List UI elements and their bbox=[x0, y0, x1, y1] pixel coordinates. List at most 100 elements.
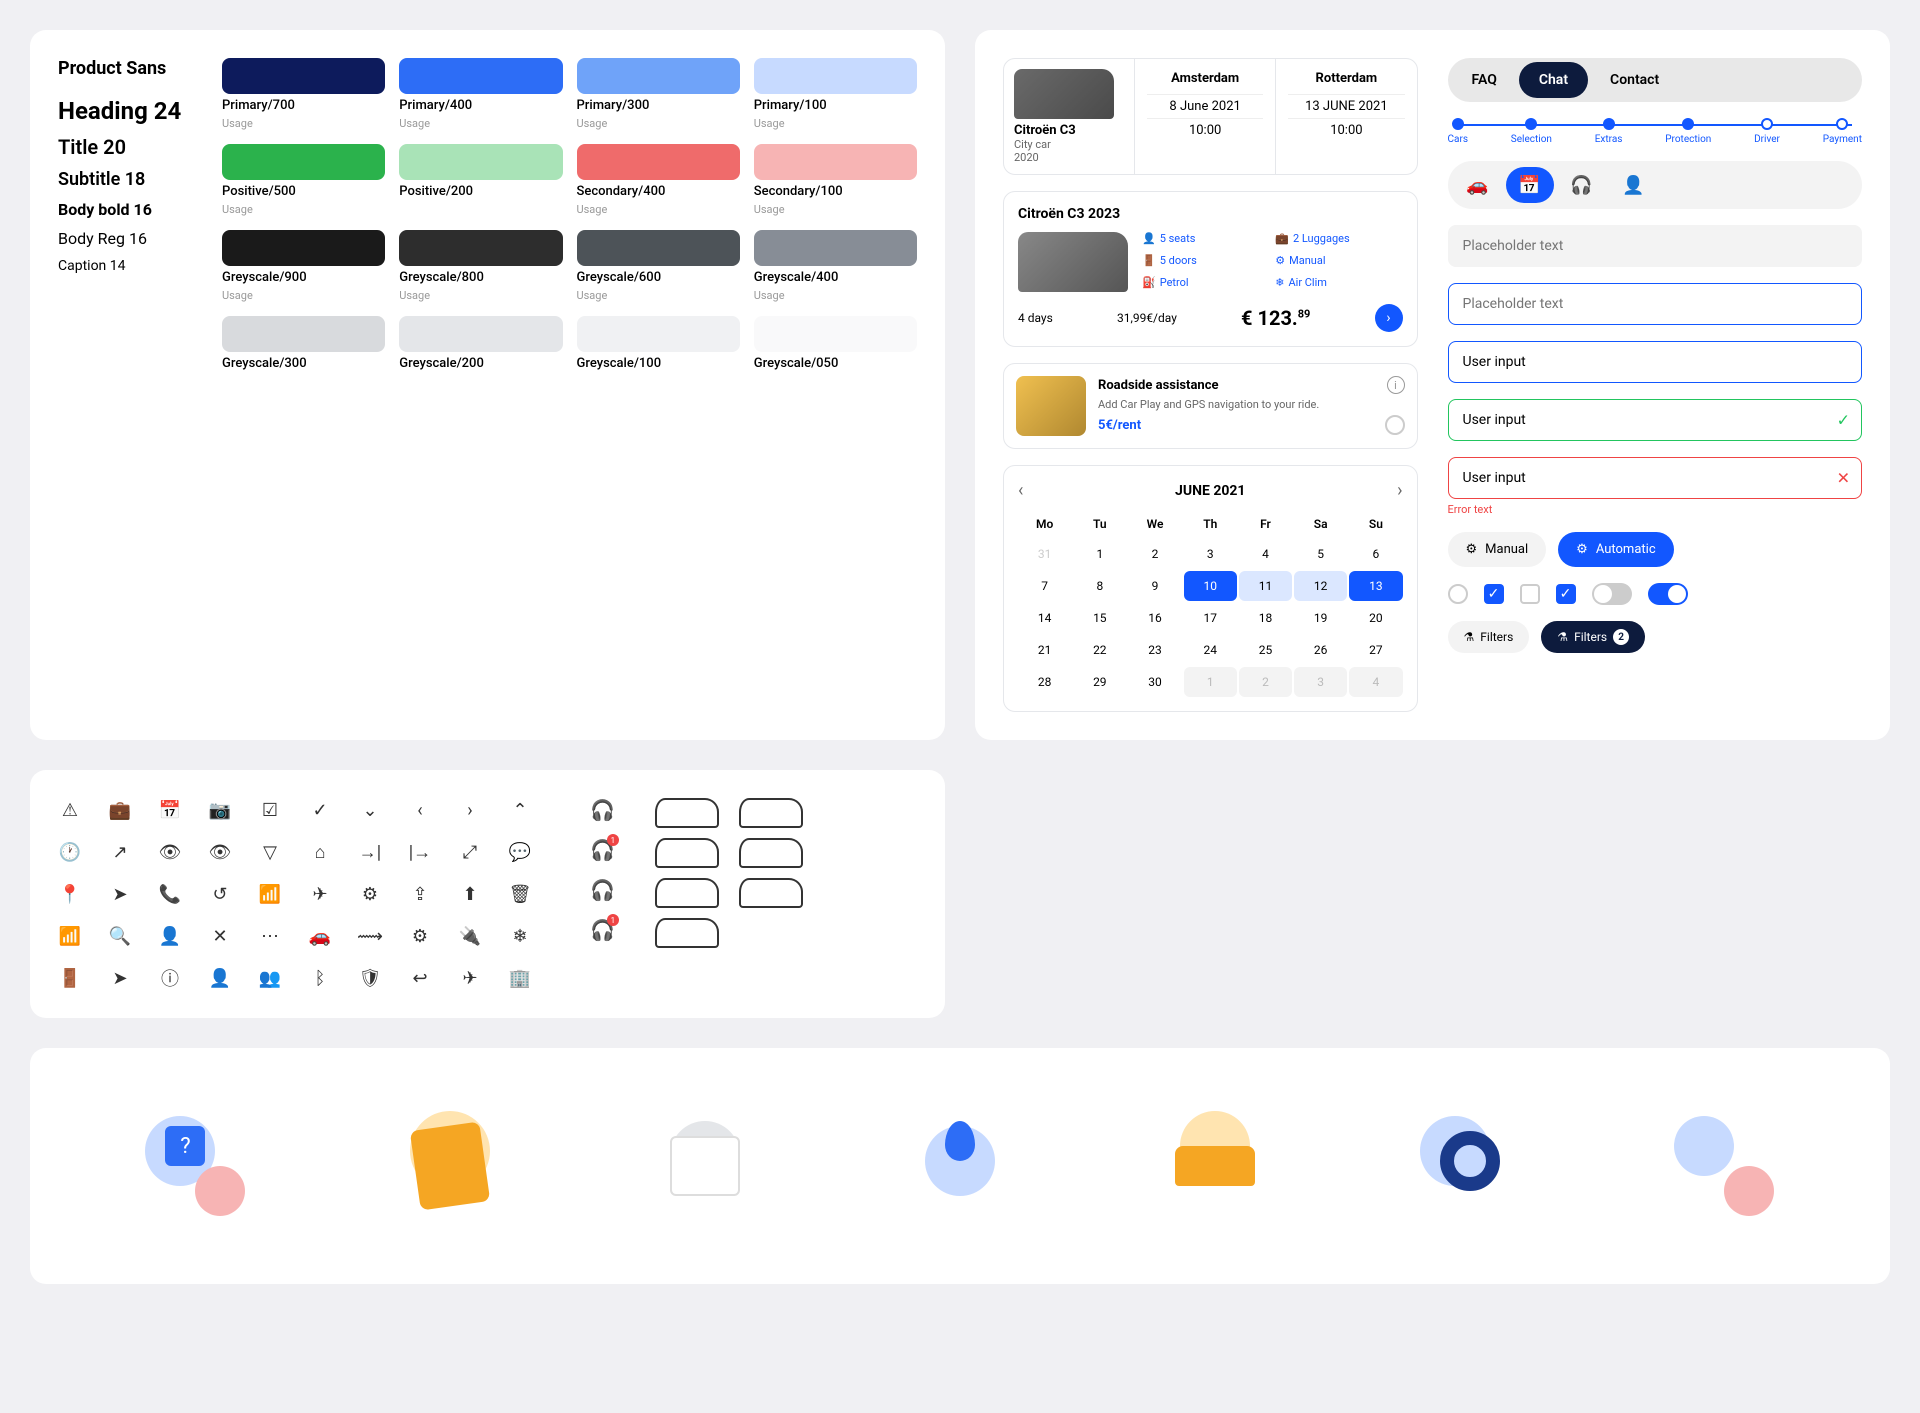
checkbox-on-1[interactable]: ✓ bbox=[1484, 584, 1504, 604]
calendar-day[interactable]: 21 bbox=[1018, 635, 1071, 665]
calendar-day[interactable]: 14 bbox=[1018, 603, 1071, 633]
illustration-support-team bbox=[1664, 1106, 1784, 1226]
calendar-day[interactable]: 5 bbox=[1294, 539, 1347, 569]
radio-off[interactable] bbox=[1448, 584, 1468, 604]
tab-calendar-icon[interactable]: 📅 bbox=[1506, 167, 1554, 203]
calendar-day[interactable]: 16 bbox=[1128, 603, 1181, 633]
color-swatch: Greyscale/900Usage bbox=[222, 230, 385, 302]
automatic-button[interactable]: ⚙Automatic bbox=[1558, 532, 1673, 567]
calendar-day[interactable]: 19 bbox=[1294, 603, 1347, 633]
dropoff-time: 10:00 bbox=[1288, 118, 1404, 142]
info-icon[interactable]: i bbox=[1387, 376, 1405, 394]
checkbox-on-2[interactable]: ✓ bbox=[1556, 584, 1576, 604]
color-swatch: Greyscale/050 bbox=[754, 316, 917, 375]
illustrations-panel: ? bbox=[30, 1048, 1890, 1284]
font-name: Product Sans bbox=[58, 58, 198, 79]
snowflake-icon: ❄ bbox=[508, 924, 532, 948]
login-icon: →| bbox=[358, 840, 382, 864]
car-result-card[interactable]: Citroën C3 2023 👤5 seats💼2 Luggages🚪5 do… bbox=[1003, 191, 1418, 347]
step-selection[interactable]: Selection bbox=[1511, 118, 1552, 145]
message-icon: 💬 bbox=[508, 840, 532, 864]
calendar-day[interactable]: 31 bbox=[1018, 539, 1071, 569]
tab-profile-icon[interactable]: 👤 bbox=[1610, 167, 1658, 203]
calendar-day[interactable]: 13 bbox=[1349, 571, 1402, 601]
checkbox-off[interactable] bbox=[1520, 584, 1540, 604]
calendar[interactable]: ‹ JUNE 2021 › MoTuWeThFrSaSu311234567891… bbox=[1003, 465, 1418, 712]
input-default[interactable] bbox=[1448, 225, 1863, 267]
calendar-day[interactable]: 7 bbox=[1018, 571, 1071, 601]
toggle-off[interactable] bbox=[1592, 583, 1632, 605]
calendar-day[interactable]: 18 bbox=[1239, 603, 1292, 633]
color-swatch: Positive/500Usage bbox=[222, 144, 385, 216]
filters-button[interactable]: ⚗Filters bbox=[1448, 621, 1530, 653]
input-valid[interactable] bbox=[1448, 399, 1863, 441]
calendar-day[interactable]: 3 bbox=[1184, 539, 1237, 569]
heading-24: Heading 24 bbox=[58, 97, 198, 125]
trash-icon: 🗑 bbox=[508, 882, 532, 906]
x-icon: ✕ bbox=[1837, 469, 1850, 488]
car-type: City car bbox=[1014, 138, 1124, 151]
calendar-day[interactable]: 2 bbox=[1128, 539, 1181, 569]
car-type-sedan-icon bbox=[655, 878, 719, 908]
car-spec: 👤5 seats bbox=[1142, 232, 1269, 248]
tab-faq[interactable]: FAQ bbox=[1452, 62, 1517, 98]
step-cars[interactable]: Cars bbox=[1448, 118, 1469, 145]
input-error[interactable] bbox=[1448, 457, 1863, 499]
illustration-notebook bbox=[390, 1106, 510, 1226]
calendar-day[interactable]: 23 bbox=[1128, 635, 1181, 665]
addon-card[interactable]: Roadside assistance i Add Car Play and G… bbox=[1003, 363, 1418, 449]
calendar-day[interactable]: 12 bbox=[1294, 571, 1347, 601]
calendar-day[interactable]: 30 bbox=[1128, 667, 1181, 697]
color-swatches: Primary/700UsagePrimary/400UsagePrimary/… bbox=[222, 58, 917, 375]
color-swatch: Greyscale/300 bbox=[222, 316, 385, 375]
select-car-button[interactable]: › bbox=[1375, 304, 1403, 332]
calendar-day[interactable]: 6 bbox=[1349, 539, 1402, 569]
calendar-day[interactable]: 27 bbox=[1349, 635, 1402, 665]
step-protection[interactable]: Protection bbox=[1665, 118, 1711, 145]
calendar-day[interactable]: 4 bbox=[1349, 667, 1402, 697]
addon-select-radio[interactable] bbox=[1385, 415, 1405, 435]
external-link-icon: ↗ bbox=[108, 840, 132, 864]
calendar-day[interactable]: 4 bbox=[1239, 539, 1292, 569]
calendar-day[interactable]: 26 bbox=[1294, 635, 1347, 665]
calendar-day[interactable]: 17 bbox=[1184, 603, 1237, 633]
manual-button[interactable]: ⚙Manual bbox=[1448, 532, 1547, 567]
input-focus[interactable] bbox=[1448, 283, 1863, 325]
calendar-day[interactable]: 28 bbox=[1018, 667, 1071, 697]
calendar-day[interactable]: 29 bbox=[1073, 667, 1126, 697]
calendar-day[interactable]: 10 bbox=[1184, 571, 1237, 601]
input-active[interactable] bbox=[1448, 341, 1863, 383]
step-extras[interactable]: Extras bbox=[1595, 118, 1623, 145]
calendar-day[interactable]: 15 bbox=[1073, 603, 1126, 633]
users-icon: 👥 bbox=[258, 966, 282, 990]
calendar-day[interactable]: 22 bbox=[1073, 635, 1126, 665]
color-swatch: Greyscale/100 bbox=[577, 316, 740, 375]
calendar-day[interactable]: 25 bbox=[1239, 635, 1292, 665]
prev-month-button[interactable]: ‹ bbox=[1018, 480, 1023, 501]
calendar-day[interactable]: 8 bbox=[1073, 571, 1126, 601]
calendar-day[interactable]: 2 bbox=[1239, 667, 1292, 697]
car-type-crossover-icon bbox=[739, 878, 803, 908]
calendar-icon: 📅 bbox=[158, 798, 182, 822]
color-swatch: Secondary/400Usage bbox=[577, 144, 740, 216]
calendar-day[interactable]: 9 bbox=[1128, 571, 1181, 601]
tab-car-icon[interactable]: 🚗 bbox=[1454, 167, 1502, 203]
step-driver[interactable]: Driver bbox=[1754, 118, 1780, 145]
calendar-day[interactable]: 1 bbox=[1073, 539, 1126, 569]
title-20: Title 20 bbox=[58, 135, 198, 159]
next-month-button[interactable]: › bbox=[1397, 480, 1402, 501]
calendar-day[interactable]: 20 bbox=[1349, 603, 1402, 633]
car-year: 2020 bbox=[1014, 151, 1124, 164]
toggle-on[interactable] bbox=[1648, 583, 1688, 605]
calendar-day[interactable]: 24 bbox=[1184, 635, 1237, 665]
tab-support-icon[interactable]: 🎧 bbox=[1558, 167, 1606, 203]
calendar-day[interactable]: 1 bbox=[1184, 667, 1237, 697]
calendar-day[interactable]: 11 bbox=[1239, 571, 1292, 601]
calendar-day[interactable]: 3 bbox=[1294, 667, 1347, 697]
tab-contact[interactable]: Contact bbox=[1590, 62, 1679, 98]
components-panel: Citroën C3 City car 2020 Amsterdam 8 Jun… bbox=[975, 30, 1890, 740]
logout-icon: |→ bbox=[408, 840, 432, 864]
filters-active-button[interactable]: ⚗Filters2 bbox=[1541, 621, 1645, 653]
tab-chat[interactable]: Chat bbox=[1519, 62, 1588, 98]
step-payment[interactable]: Payment bbox=[1823, 118, 1862, 145]
